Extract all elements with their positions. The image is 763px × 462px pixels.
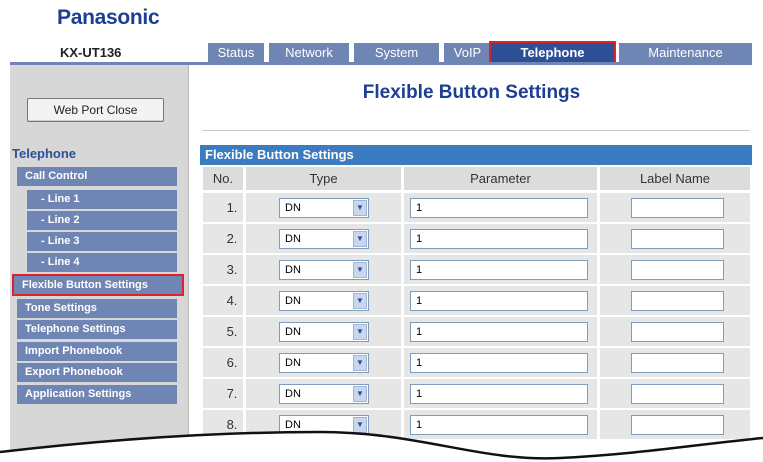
sidebar-item-flexible-button-settings[interactable]: Flexible Button Settings: [14, 276, 182, 295]
parameter-input[interactable]: 1: [410, 353, 588, 373]
sidebar-item-call-control[interactable]: Call Control: [17, 167, 177, 186]
type-select-value: DN: [285, 357, 301, 369]
chevron-down-icon[interactable]: ▼: [353, 324, 367, 340]
row-number: 1.: [226, 200, 238, 215]
chevron-down-icon[interactable]: ▼: [353, 386, 367, 402]
sidebar-item-import-phonebook[interactable]: Import Phonebook: [17, 342, 177, 361]
sidebar-heading: Telephone: [12, 146, 77, 161]
model-name: KX-UT136: [60, 45, 122, 60]
type-select[interactable]: DN ▼: [279, 384, 369, 404]
chevron-down-icon[interactable]: ▼: [353, 200, 367, 216]
label-name-input[interactable]: [631, 260, 724, 280]
type-select[interactable]: DN ▼: [279, 322, 369, 342]
web-port-close-button[interactable]: Web Port Close: [27, 98, 164, 122]
row-number: 3.: [226, 262, 238, 277]
sidebar-item-line-2[interactable]: - Line 2: [27, 211, 177, 230]
row-number: 5.: [226, 324, 238, 339]
label-name-input[interactable]: [631, 322, 724, 342]
label-name-input[interactable]: [631, 384, 724, 404]
panasonic-logo: Panasonic: [57, 6, 160, 29]
row-number: 7.: [226, 386, 238, 401]
type-select[interactable]: DN ▼: [279, 353, 369, 373]
sidebar-item-line-3[interactable]: - Line 3: [27, 232, 177, 251]
type-select[interactable]: DN ▼: [279, 198, 369, 218]
tab-network[interactable]: Network: [269, 43, 349, 62]
label-name-input[interactable]: [631, 229, 724, 249]
label-name-input[interactable]: [631, 291, 724, 311]
type-select[interactable]: DN ▼: [279, 229, 369, 249]
chevron-down-icon[interactable]: ▼: [353, 231, 367, 247]
row-number: 4.: [226, 293, 238, 308]
tab-system[interactable]: System: [354, 43, 439, 62]
parameter-input[interactable]: 1: [410, 291, 588, 311]
column-header-type: Type: [246, 167, 401, 190]
parameter-input[interactable]: 1: [410, 260, 588, 280]
row-number: 6.: [226, 355, 238, 370]
parameter-input[interactable]: 1: [410, 229, 588, 249]
chevron-down-icon[interactable]: ▼: [353, 262, 367, 278]
label-name-input[interactable]: [631, 198, 724, 218]
parameter-input[interactable]: 1: [410, 384, 588, 404]
sidebar-item-line-4[interactable]: - Line 4: [27, 253, 177, 272]
tab-status[interactable]: Status: [208, 43, 264, 62]
column-header-parameter: Parameter: [404, 167, 597, 190]
chevron-down-icon[interactable]: ▼: [353, 293, 367, 309]
title-divider: [202, 130, 750, 131]
page-title: Flexible Button Settings: [362, 82, 581, 103]
type-select-value: DN: [285, 326, 301, 338]
sidebar-item-export-phonebook[interactable]: Export Phonebook: [17, 363, 177, 382]
section-header: Flexible Button Settings: [200, 145, 752, 165]
sidebar-item-line-1[interactable]: - Line 1: [27, 190, 177, 209]
type-select[interactable]: DN ▼: [279, 291, 369, 311]
torn-page-edge: [0, 430, 763, 462]
type-select-value: DN: [285, 388, 301, 400]
sidebar-item-application-settings[interactable]: Application Settings: [17, 385, 177, 404]
sidebar-item-telephone-settings[interactable]: Telephone Settings: [17, 320, 177, 339]
column-header-no: No.: [203, 167, 243, 190]
row-number: 2.: [226, 231, 238, 246]
tab-maintenance[interactable]: Maintenance: [619, 43, 752, 62]
chevron-down-icon[interactable]: ▼: [353, 355, 367, 371]
type-select[interactable]: DN ▼: [279, 260, 369, 280]
type-select-value: DN: [285, 202, 301, 214]
sidebar-item-tone-settings[interactable]: Tone Settings: [17, 299, 177, 318]
label-name-input[interactable]: [631, 353, 724, 373]
column-header-label-name: Label Name: [600, 167, 750, 190]
tab-voip[interactable]: VoIP: [444, 43, 491, 62]
tab-telephone[interactable]: Telephone: [491, 43, 614, 62]
parameter-input[interactable]: 1: [410, 322, 588, 342]
type-select-value: DN: [285, 295, 301, 307]
parameter-input[interactable]: 1: [410, 198, 588, 218]
type-select-value: DN: [285, 264, 301, 276]
type-select-value: DN: [285, 233, 301, 245]
